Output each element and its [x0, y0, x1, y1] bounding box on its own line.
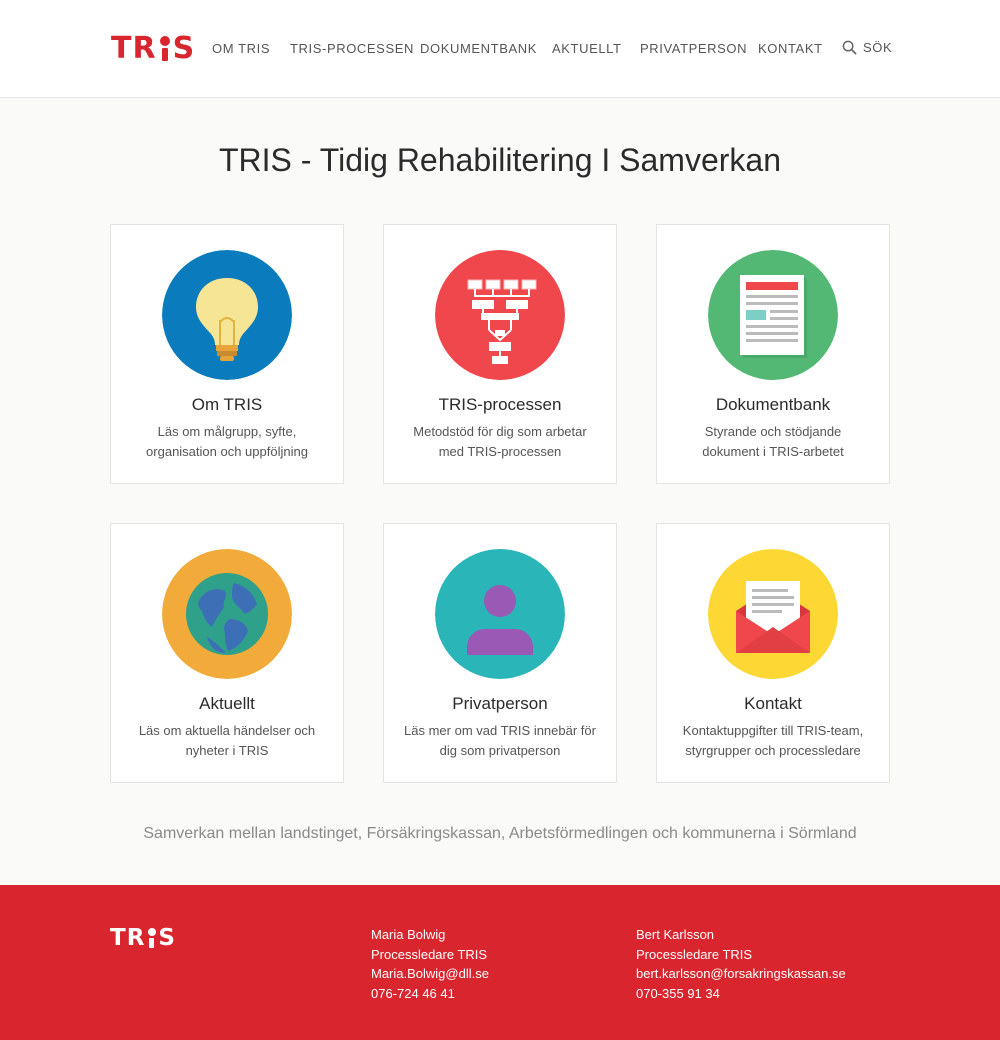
- contact-role: Processledare TRIS: [371, 946, 488, 962]
- nav-item-kontakt[interactable]: KONTAKT: [758, 41, 823, 56]
- nav-item-privatperson[interactable]: PRIVATPERSON: [640, 41, 747, 56]
- contact-phone: 076-724 46 41: [371, 985, 455, 1001]
- footer-logo-text-right: S: [158, 925, 176, 951]
- globe-icon: [162, 549, 292, 679]
- search-icon: [842, 40, 857, 55]
- search-button[interactable]: SÖK: [842, 40, 892, 55]
- contact-email[interactable]: bert.karlsson@forsakringskassan.se: [636, 964, 846, 984]
- card-description: Läs mer om vad TRIS innebär för dig som …: [404, 723, 596, 758]
- footer-logo[interactable]: TR S: [110, 925, 176, 951]
- card-title: Aktuellt: [199, 694, 255, 713]
- card-title: Kontakt: [744, 694, 802, 713]
- page-title: TRIS - Tidig Rehabilitering I Samverkan: [219, 142, 781, 178]
- lightbulb-icon: [162, 250, 292, 380]
- card-title: Dokumentbank: [715, 395, 831, 414]
- search-label: SÖK: [863, 40, 893, 55]
- card-dokumentbank[interactable]: Dokumentbank Styrande och stödjande doku…: [656, 224, 890, 484]
- card-title: Privatperson: [452, 694, 548, 713]
- person-icon: [435, 549, 565, 679]
- card-description: Läs om aktuella händelser och nyheter i …: [138, 723, 316, 758]
- nav-item-aktuellt[interactable]: AKTUELLT: [552, 41, 622, 56]
- nav-item-tris-processen[interactable]: TRIS-PROCESSEN: [290, 41, 414, 56]
- contact-role: Processledare TRIS: [636, 946, 753, 962]
- contact-name: Maria Bolwig: [371, 927, 446, 942]
- contact-name: Bert Karlsson: [636, 927, 715, 942]
- card-om-tris[interactable]: Om TRIS Läs om målgrupp, syfte, organisa…: [110, 224, 344, 484]
- nav-item-dokumentbank[interactable]: DOKUMENTBANK: [420, 41, 537, 56]
- card-description: Kontaktuppgifter till TRIS-team, styrgru…: [682, 723, 864, 758]
- contact-email[interactable]: Maria.Bolwig@dll.se: [371, 964, 489, 984]
- card-description: Styrande och stödjande dokument i TRIS-a…: [702, 424, 844, 459]
- site-header: TR S OM TRIS TRIS-PROCESSEN DOKUMENTBANK …: [0, 0, 1000, 98]
- card-tris-processen[interactable]: TRIS-processen Metodstöd för dig som arb…: [383, 224, 617, 484]
- card-description: Läs om målgrupp, syfte, organisation och…: [146, 424, 308, 459]
- card-kontakt[interactable]: Kontakt Kontaktuppgifter till TRIS-team,…: [656, 523, 890, 783]
- contact-block: Bert Karlsson Processledare TRIS bert.ka…: [636, 925, 846, 1003]
- nav-item-om-tris[interactable]: OM TRIS: [212, 41, 270, 56]
- footer-logo-text-left: TR: [110, 925, 146, 951]
- card-privatperson[interactable]: Privatperson Läs mer om vad TRIS innebär…: [383, 523, 617, 783]
- envelope-icon: [708, 549, 838, 679]
- footer-logo-i-mark: [146, 928, 157, 948]
- card-description: Metodstöd för dig som arbetar med TRIS-p…: [413, 424, 587, 459]
- document-icon: [708, 250, 838, 380]
- flowchart-icon: [435, 250, 565, 380]
- site-footer: TR S Maria Bolwig Processledare TRIS Mari…: [0, 885, 1000, 1040]
- contact-block: Maria Bolwig Processledare TRIS Maria.Bo…: [371, 925, 489, 1003]
- card-title: Om TRIS: [191, 395, 263, 414]
- tagline: Samverkan mellan landstinget, Försäkring…: [143, 825, 857, 842]
- contact-phone: 070-355 91 34: [636, 985, 720, 1001]
- card-aktuellt[interactable]: Aktuellt Läs om aktuella händelser och n…: [110, 523, 344, 783]
- card-title: TRIS-processen: [438, 395, 562, 414]
